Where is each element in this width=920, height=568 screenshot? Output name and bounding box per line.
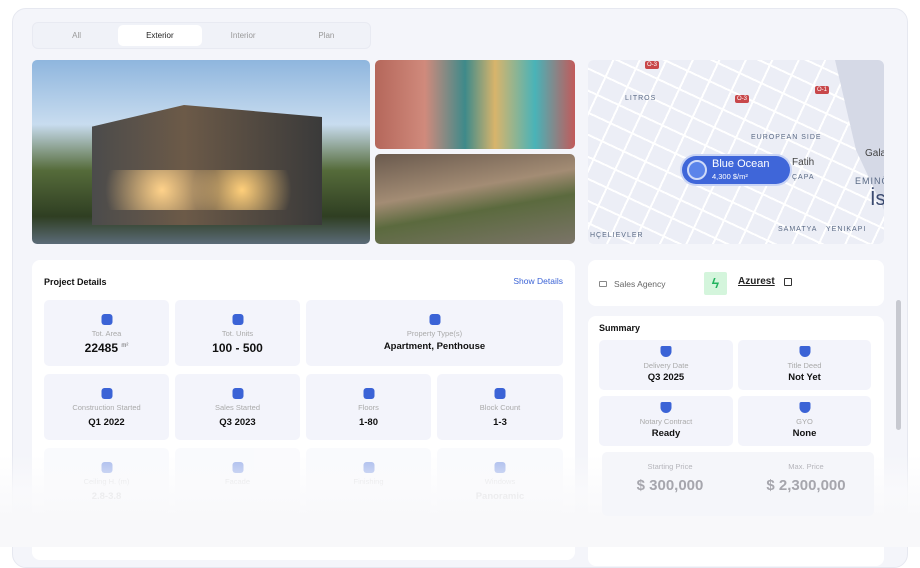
detail-label: Block Count [479, 403, 521, 412]
map-label: LITROS [625, 95, 657, 102]
summary-label: GYO [796, 417, 813, 426]
summary-label: Notary Contract [639, 417, 693, 426]
detail-label: Tot. Area [91, 329, 122, 338]
detail-value-text: Apartment, Penthouse [383, 341, 486, 352]
road-shield: O-1 [815, 86, 830, 94]
main-photo[interactable] [32, 60, 370, 244]
project-logo-icon [687, 160, 707, 180]
tab-plan[interactable]: Plan [285, 25, 368, 46]
road-shield: O-3 [735, 95, 750, 103]
max-price-label: Max. Price [788, 462, 824, 471]
sales-agency-panel: Sales Agency ϟ Azurest [588, 260, 884, 306]
map-label: EMINÖ [855, 176, 884, 186]
detail-label: Floors [358, 403, 379, 412]
pin-name: Blue Ocean [712, 158, 770, 170]
detail-cell: Tot. Units 100 - 500 [175, 300, 300, 366]
map[interactable]: LITROS EUROPEAN SIDE Fatih ÇAPA Gala EMI… [588, 60, 884, 244]
detail-cell: Floors 1-80 [306, 374, 431, 440]
home-icon [429, 314, 440, 325]
photo-street[interactable] [375, 154, 575, 244]
price-range: Starting Price $ 300,000 Max. Price $ 2,… [602, 452, 874, 516]
summary-value: None [792, 428, 817, 439]
shield-check-icon [660, 402, 672, 413]
summary-cell: Notary Contract Ready [599, 396, 733, 446]
summary-cell: Delivery Date Q3 2025 [599, 340, 733, 390]
detail-cell: Sales Started Q3 2023 [175, 374, 300, 440]
agency-link[interactable]: Azurest [738, 276, 775, 287]
summary-label: Title Deed [787, 361, 822, 370]
tag-icon [232, 388, 243, 399]
max-price: $ 2,300,000 [766, 477, 846, 494]
tab-interior[interactable]: Interior [202, 25, 285, 46]
starting-price-label: Starting Price [647, 462, 693, 471]
shield-check-icon [101, 388, 112, 399]
map-label: HÇELIEVLER [590, 232, 644, 239]
map-label: Gala [865, 148, 884, 159]
detail-label: Property Type(s) [406, 329, 463, 338]
detail-label: Tot. Units [221, 329, 254, 338]
map-label: Fatih [792, 157, 815, 168]
agency-label: Sales Agency [614, 279, 666, 289]
detail-value: Q3 2023 [175, 417, 300, 428]
detail-cell: Block Count 1-3 [437, 374, 563, 440]
map-label: SAMATYA [778, 226, 818, 233]
map-label: EUROPEAN SIDE [751, 134, 822, 141]
scrollbar[interactable] [896, 300, 901, 430]
detail-value-text: 1-80 [358, 417, 378, 428]
detail-value: 1-3 [437, 417, 563, 428]
stack-icon [363, 388, 374, 399]
map-pin-blue-ocean[interactable]: Blue Ocean 4,300 $/m² [682, 156, 790, 184]
detail-value-text: 22485 [84, 341, 119, 355]
detail-value-text: Q3 2023 [219, 417, 256, 428]
agency-logo: ϟ [704, 272, 727, 295]
detail-value: 22485 m² [44, 341, 169, 355]
show-details-link[interactable]: Show Details [513, 276, 563, 286]
detail-value-text: 1-3 [493, 417, 507, 428]
shield-check-icon [660, 346, 672, 357]
summary-cell: GYO None [738, 396, 871, 446]
summary-cell: Title Deed Not Yet [738, 340, 871, 390]
detail-value: Apartment, Penthouse [306, 341, 563, 352]
detail-cell: Construction Started Q1 2022 [44, 374, 169, 440]
map-label: YENIKAPI [826, 226, 867, 233]
layers-copy-icon [101, 314, 112, 325]
unit: m² [121, 343, 129, 349]
pin-price: 4,300 $/m² [712, 172, 748, 181]
external-link-icon[interactable] [784, 278, 792, 286]
shield-check-icon [799, 402, 810, 413]
photo-colorful-houses[interactable] [375, 60, 575, 149]
detail-value-text: Q1 2022 [88, 417, 125, 428]
detail-value: 1-80 [306, 417, 431, 428]
summary-label: Delivery Date [643, 361, 689, 370]
tab-all[interactable]: All [35, 25, 118, 46]
panel-title: Project Details [44, 277, 107, 287]
tab-exterior[interactable]: Exterior [118, 25, 202, 46]
panel-title: Summary [599, 323, 641, 333]
road-shield: O-3 [645, 61, 660, 69]
detail-label: Construction Started [72, 403, 141, 412]
detail-value-text: 100 - 500 [212, 341, 263, 355]
summary-value: Ready [651, 428, 681, 439]
detail-cell: Tot. Area 22485 m² [44, 300, 169, 366]
summary-value: Not Yet [788, 372, 821, 383]
map-label: İs [870, 188, 884, 210]
briefcase-icon [599, 281, 607, 287]
summary-value: Q3 2025 [647, 372, 685, 383]
detail-value: 100 - 500 [175, 341, 300, 355]
cube-icon [494, 388, 506, 399]
detail-label: Sales Started [214, 403, 261, 412]
detail-value: Q1 2022 [44, 417, 169, 428]
grid-plus-icon [232, 314, 243, 325]
starting-price: $ 300,000 [636, 477, 704, 494]
detail-cell: Property Type(s) Apartment, Penthouse [306, 300, 563, 366]
map-label: ÇAPA [792, 174, 815, 181]
shield-check-icon [799, 346, 810, 357]
gallery-tabs: All Exterior Interior Plan [32, 22, 371, 49]
